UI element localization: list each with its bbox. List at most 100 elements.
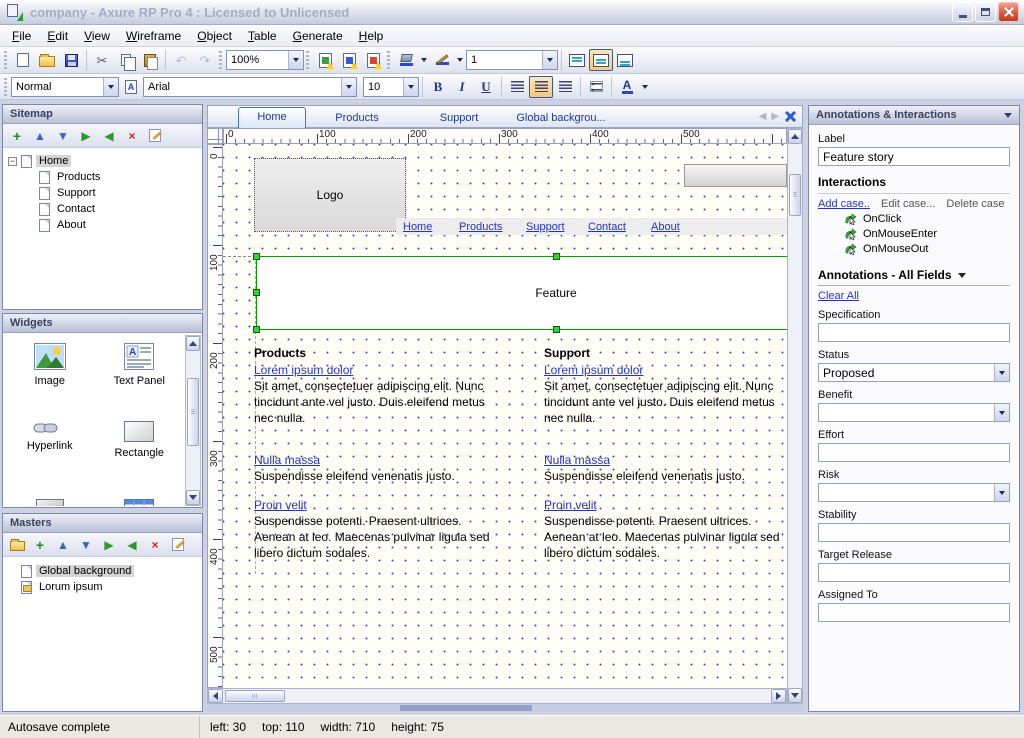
font-color-button[interactable]: A [615,76,639,98]
tab-scroll-right-button[interactable]: ▶ [771,111,779,122]
widget-image[interactable]: Image [34,343,66,421]
event-onclick[interactable]: OnClick [844,213,1010,225]
add-master-button[interactable]: + [30,535,50,554]
menu-table[interactable]: Table [240,26,285,46]
toolbar-grip[interactable] [219,51,222,69]
wireframe-link[interactable]: Lorem ipsum dolor [254,362,546,378]
indent-button[interactable]: ▶ [76,126,96,145]
tree-item-products[interactable]: Products [3,169,202,185]
tab-scroll-left-button[interactable]: ◀ [759,111,767,122]
maximize-button[interactable] [975,2,996,22]
widget-hyperlink[interactable]: Hyperlink [27,421,73,499]
tree-item-about[interactable]: About [3,217,202,233]
event-onmouseenter[interactable]: OnMouseEnter [844,228,1010,240]
widget-rectangle[interactable]: Rectangle [114,421,164,499]
font-size-dropdown-button[interactable] [403,78,418,96]
align-right-button[interactable] [553,76,577,98]
undo-button[interactable]: ↶ [169,49,193,71]
scroll-down-button[interactable] [186,490,200,505]
tab-home[interactable]: Home [238,107,306,128]
zoom-combo[interactable]: 100% [226,50,304,70]
master-item-lorum-ipsum[interactable]: Lorum ipsum [21,579,202,595]
add-case-link[interactable]: Add case.. [818,198,870,210]
collapse-icon[interactable]: − [8,157,17,166]
zoom-dropdown-button[interactable] [288,51,303,69]
new-folder-button[interactable] [7,535,27,554]
style-dropdown-button[interactable] [103,78,118,96]
edit-page-button[interactable] [145,126,165,145]
canvas-horizontal-scrollbar[interactable] [207,688,787,704]
copy-button[interactable] [114,49,138,71]
font-color-dropdown[interactable] [639,78,651,96]
font-size-combo[interactable]: 10 [363,77,419,97]
fill-color-dropdown[interactable] [418,51,430,69]
clear-all-link[interactable]: Clear All [818,290,859,302]
font-dropdown-button[interactable] [341,78,356,96]
selection-handle-bottom-left[interactable] [253,326,260,333]
minimize-button[interactable] [952,2,973,22]
status-dropdown-button[interactable] [994,364,1009,381]
menu-edit[interactable]: Edit [39,26,76,46]
move-down-button[interactable]: ▼ [53,126,73,145]
scroll-down-button[interactable] [788,688,802,703]
benefit-dropdown-button[interactable] [994,404,1009,421]
edit-master-button[interactable] [168,535,188,554]
selection-handle-top-middle[interactable] [553,253,560,260]
selection-handle-top-left[interactable] [253,253,260,260]
risk-select[interactable] [818,483,1010,502]
nav-link-products[interactable]: Products [459,221,502,233]
bullet-list-button[interactable] [584,76,608,98]
italic-button[interactable]: I [450,76,474,98]
line-color-dropdown[interactable] [454,51,466,69]
master-item-global-background[interactable]: Global background [21,563,202,579]
align-left-button[interactable] [505,76,529,98]
new-button[interactable] [11,49,35,71]
nav-link-home[interactable]: Home [403,221,432,233]
scroll-left-button[interactable] [208,689,223,703]
nav-link-support[interactable]: Support [526,221,565,233]
add-page-button[interactable]: + [7,126,27,145]
paste-button[interactable] [138,49,162,71]
tab-global-background[interactable]: Global backgrou... [510,110,612,124]
scroll-up-button[interactable] [788,129,802,144]
generate-html-button[interactable] [313,49,337,71]
widget-button[interactable] [36,499,64,506]
risk-dropdown-button[interactable] [994,484,1009,501]
tree-item-support[interactable]: Support [3,185,202,201]
delete-case-link[interactable]: Delete case [946,198,1004,210]
nav-link-contact[interactable]: Contact [588,221,626,233]
indent-button[interactable]: ▶ [99,535,119,554]
wireframe-canvas[interactable]: Logo Home Products Support Contact About… [223,144,787,688]
valign-bottom-button[interactable] [613,49,637,71]
chevron-down-icon[interactable] [958,273,966,278]
open-button[interactable] [35,49,59,71]
menu-wireframe[interactable]: Wireframe [118,26,189,46]
line-width-dropdown-button[interactable] [542,51,557,69]
toolbar-grip[interactable] [4,51,7,69]
menu-file[interactable]: File [4,26,39,46]
underline-button[interactable]: U [474,76,498,98]
move-down-button[interactable]: ▼ [76,535,96,554]
toolbar-grip[interactable] [387,51,390,69]
label-input[interactable] [818,147,1010,166]
scrollbar-thumb[interactable] [225,690,285,702]
event-onmouseout[interactable]: OnMouseOut [844,243,1010,255]
tab-support[interactable]: Support [408,110,510,124]
align-center-button[interactable] [529,76,553,98]
stability-input[interactable] [818,523,1010,542]
bold-button[interactable]: B [426,76,450,98]
line-color-button[interactable] [430,49,454,71]
wireframe-link[interactable]: Proin velit [544,497,787,513]
line-width-combo[interactable]: 1 [466,50,558,70]
wireframe-link[interactable]: Lorem ipsum dolor [544,362,787,378]
widgets-scrollbar[interactable] [185,335,201,506]
scrollbar-thumb[interactable] [789,174,801,216]
toolbar-grip[interactable] [4,78,7,96]
delete-page-button[interactable]: × [122,126,142,145]
generate-word-button[interactable] [337,49,361,71]
menu-help[interactable]: Help [351,26,392,46]
support-column[interactable]: Support Lorem ipsum dolor Sit amet, cons… [544,345,787,561]
logo-placeholder-widget[interactable]: Logo [254,158,406,232]
wireframe-link[interactable]: Nulla massa [254,452,546,468]
widget-table[interactable] [124,499,154,506]
